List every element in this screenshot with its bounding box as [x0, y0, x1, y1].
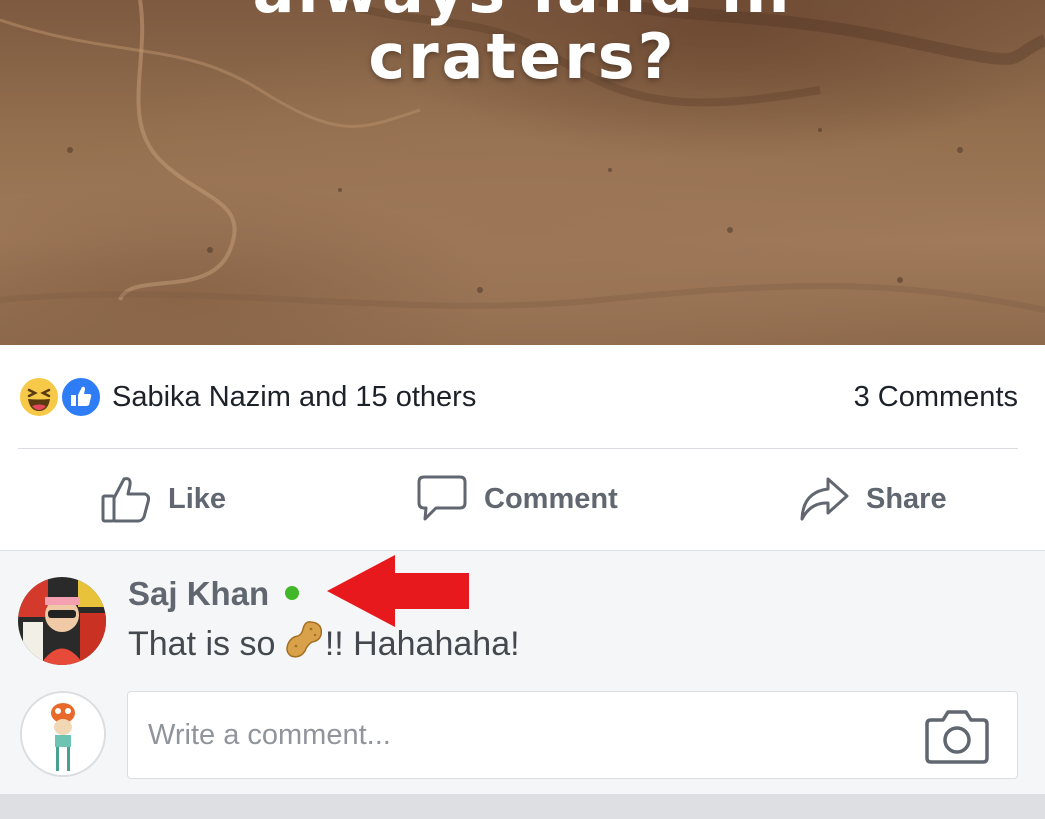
image-caption-line2: craters?: [368, 20, 677, 93]
reactions-likers-text[interactable]: Sabika Nazim and 15 others: [112, 381, 476, 414]
bottom-separator: [0, 794, 1045, 819]
camera-icon[interactable]: [925, 708, 989, 764]
online-status-dot: [285, 586, 299, 600]
comments-section: Saj Khan That is so !! Hahahaha!: [0, 550, 1045, 794]
reaction-icons: [18, 375, 108, 419]
share-label: Share: [866, 482, 947, 515]
comment-label: Comment: [484, 482, 618, 515]
haha-reaction-icon: [18, 376, 60, 418]
comment-bubble-icon: [417, 475, 467, 521]
reactions-summary[interactable]: Sabika Nazim and 15 others 3 Comments: [18, 375, 1018, 419]
like-button[interactable]: Like: [100, 449, 226, 549]
like-label: Like: [168, 482, 227, 515]
share-button[interactable]: Share: [798, 449, 947, 549]
share-arrow-icon: [800, 477, 849, 521]
current-user-avatar[interactable]: [20, 691, 106, 777]
post-footer: Sabika Nazim and 15 others 3 Comments Li…: [0, 345, 1045, 550]
comment-button[interactable]: Comment: [416, 449, 618, 549]
post-actions-bar: Like Comment Share: [0, 449, 1045, 549]
comment-composer[interactable]: [127, 691, 1018, 779]
write-comment-input[interactable]: [148, 692, 908, 778]
comment-text: That is so !! Hahahaha!: [128, 619, 520, 668]
thumbs-up-icon: [101, 477, 151, 523]
like-reaction-icon: [60, 376, 102, 418]
peanut-emoji-icon: [285, 619, 325, 668]
red-annotation-arrow: [327, 555, 469, 627]
commenter-avatar[interactable]: [18, 577, 106, 665]
post-image[interactable]: always land in craters?: [0, 0, 1045, 345]
comment-text-part1: That is so: [128, 625, 285, 663]
comment-author-name[interactable]: Saj Khan: [128, 575, 269, 613]
comment-text-part2: !! Hahahaha!: [324, 625, 520, 663]
comments-count[interactable]: 3 Comments: [854, 381, 1018, 414]
